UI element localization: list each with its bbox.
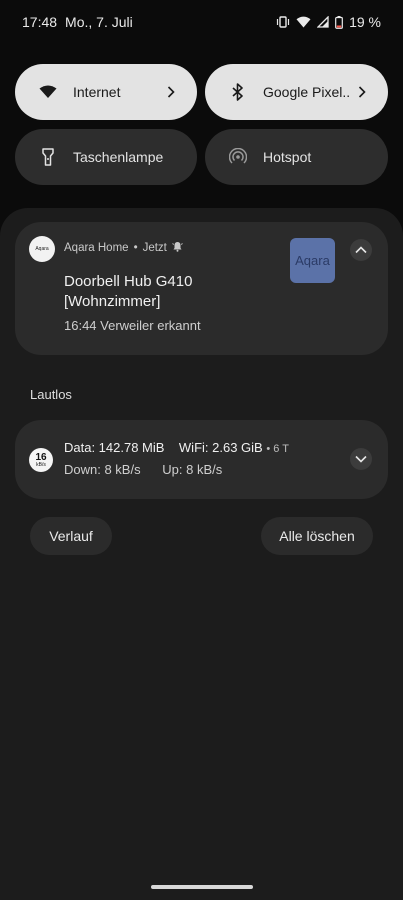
notification-title: Doorbell Hub G410 [Wohnzimmer]	[64, 273, 193, 310]
expand-button[interactable]	[350, 448, 372, 470]
chevron-up-icon	[355, 241, 367, 259]
tile-internet[interactable]: Internet	[15, 64, 197, 120]
tile-flashlight-label: Taschenlampe	[73, 149, 164, 165]
battery-icon	[335, 15, 343, 29]
tile-hotspot-label: Hotspot	[263, 149, 312, 165]
tile-flashlight[interactable]: Taschenlampe	[15, 129, 197, 185]
status-bar: 17:48 Mo., 7. Juli 19 %	[0, 0, 403, 44]
chevron-right-icon	[163, 84, 179, 100]
header-separator: •	[133, 242, 138, 254]
data-usage-notification[interactable]: 16 kB/s Data: 142.78 MiB WiFi: 2.63 GiB …	[15, 420, 388, 499]
up-speed: Up: 8 kB/s	[162, 462, 223, 477]
status-left: 17:48 Mo., 7. Juli	[22, 14, 133, 30]
clear-all-button[interactable]: Alle löschen	[261, 517, 373, 555]
chevron-down-icon	[355, 450, 367, 468]
notification-time: Jetzt	[142, 242, 167, 254]
app-name: Aqara Home	[64, 242, 129, 254]
down-speed: Down: 8 kB/s	[64, 462, 141, 477]
app-icon: Aqara	[29, 236, 55, 262]
tile-bluetooth-label: Google Pixel..	[263, 84, 351, 100]
collapse-button[interactable]	[350, 239, 372, 261]
flashlight-icon	[37, 146, 59, 168]
wifi-icon	[296, 16, 311, 28]
notification-header: Aqara Home • Jetzt	[64, 241, 183, 255]
section-silent-label: Lautlos	[30, 387, 72, 402]
data-summary: Data: 142.78 MiB WiFi: 2.63 GiB • 6 T	[64, 440, 289, 455]
cell-signal-icon	[317, 16, 329, 28]
chevron-right-icon	[354, 84, 370, 100]
wifi-total: WiFi: 2.63 GiB	[178, 440, 263, 455]
tile-hotspot[interactable]: Hotspot	[205, 129, 388, 185]
notification-age: • 6 T	[266, 443, 289, 455]
notification-body: 16:44 Verweiler erkannt	[64, 318, 201, 333]
data-speeds: Down: 8 kB/s Up: 8 kB/s	[64, 462, 222, 477]
bluetooth-icon	[227, 81, 249, 103]
alert-bell-icon	[172, 241, 183, 255]
history-button[interactable]: Verlauf	[30, 517, 112, 555]
app-icon-text: Aqara	[35, 246, 49, 252]
battery-percent: 19 %	[349, 14, 381, 30]
tile-bluetooth[interactable]: Google Pixel..	[205, 64, 388, 120]
speed-value: 16	[35, 451, 47, 463]
vibrate-icon	[276, 16, 290, 28]
date: Mo., 7. Juli	[65, 14, 133, 30]
notification-card[interactable]: Aqara Aqara Home • Jetzt Doorbell Hub G4…	[15, 222, 388, 355]
aqara-logo: Aqara	[290, 238, 335, 283]
data-total: Data: 142.78 MiB	[64, 440, 165, 455]
aqara-logo-text: Aqara	[295, 253, 330, 268]
speed-meter-icon: 16 kB/s	[29, 448, 53, 472]
status-icons: 19 %	[276, 14, 381, 30]
hotspot-icon	[227, 146, 249, 168]
speed-unit: kB/s	[36, 461, 46, 468]
wifi-icon	[37, 81, 59, 103]
tile-internet-label: Internet	[73, 84, 121, 100]
clock: 17:48	[22, 14, 58, 30]
gesture-navigation-bar[interactable]	[151, 885, 253, 889]
